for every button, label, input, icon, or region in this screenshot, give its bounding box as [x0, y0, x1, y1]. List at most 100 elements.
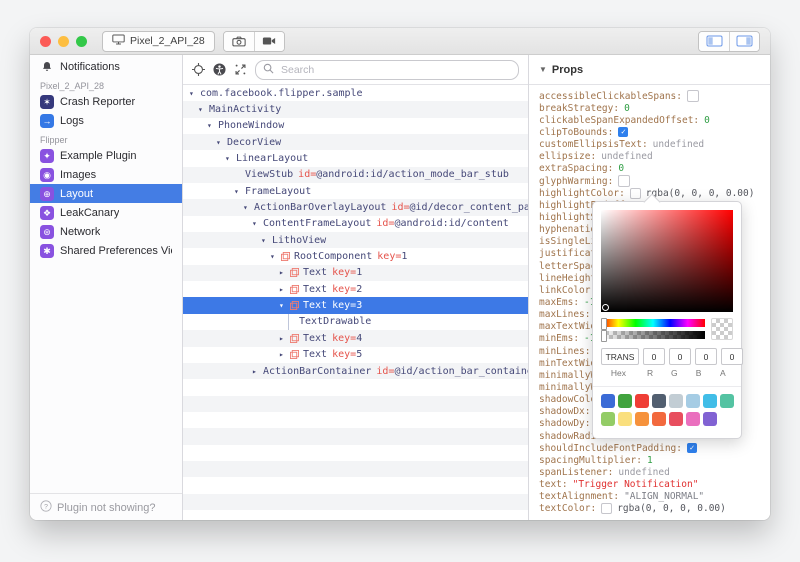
preset-color-swatch[interactable]: [669, 412, 683, 426]
tree-row[interactable]: [183, 395, 528, 412]
prop-checkbox[interactable]: [618, 175, 631, 188]
tree-row[interactable]: [183, 412, 528, 428]
preset-color-swatch[interactable]: [686, 412, 700, 426]
device-tab[interactable]: Pixel_2_API_28: [102, 30, 215, 52]
saturation-gradient-area[interactable]: [601, 210, 733, 312]
prop-color-swatch[interactable]: [629, 187, 641, 199]
preset-color-swatch[interactable]: [669, 394, 683, 408]
preset-color-swatch[interactable]: [635, 412, 649, 426]
chevron-icon[interactable]: ▾: [216, 138, 227, 147]
tree-row[interactable]: [183, 379, 528, 395]
blue-input[interactable]: [695, 348, 717, 365]
alpha-slider-thumb[interactable]: [601, 330, 607, 342]
chevron-icon[interactable]: ▾: [234, 187, 245, 196]
preset-color-swatch[interactable]: [703, 394, 717, 408]
target-mode-button[interactable]: [192, 63, 205, 76]
chevron-icon[interactable]: ▾: [279, 301, 290, 310]
tree-row[interactable]: [183, 510, 528, 520]
preset-color-swatch[interactable]: [652, 394, 666, 408]
chevron-icon[interactable]: ▾: [243, 203, 254, 212]
tree-row[interactable]: ▾ DecorView: [183, 134, 528, 151]
preset-color-swatch[interactable]: [618, 394, 632, 408]
tree-row[interactable]: ▾ ContentFrameLayout id= @android:id/conte…: [183, 216, 528, 232]
preset-color-swatch[interactable]: [635, 394, 649, 408]
tree-row[interactable]: ▸ Text key= 4: [183, 330, 528, 347]
sidebar-item-images[interactable]: ◉ Images: [30, 165, 182, 184]
preset-color-swatch[interactable]: [652, 412, 666, 426]
chevron-icon[interactable]: ▸: [279, 350, 290, 359]
preset-color-swatch[interactable]: [601, 412, 615, 426]
tree-row[interactable]: ▸ Text key= 5: [183, 347, 528, 363]
tree-row[interactable]: ▸ ActionBarContainer id= @id/action_bar_co…: [183, 362, 528, 380]
toggle-right-panel-button[interactable]: [729, 31, 759, 51]
chevron-icon[interactable]: ▸: [279, 334, 290, 343]
alpha-slider[interactable]: [601, 330, 705, 342]
alpha-input[interactable]: [721, 348, 743, 365]
chevron-icon[interactable]: ▾: [198, 105, 209, 114]
chevron-icon[interactable]: ▸: [279, 268, 290, 277]
screen-record-button[interactable]: [253, 31, 284, 51]
tree-row[interactable]: ▾ Text key= 3: [183, 297, 528, 314]
chevron-icon[interactable]: ▾: [270, 252, 281, 261]
tree-row[interactable]: ▾ ActionBarOverlayLayout id= @id/decor_con…: [183, 199, 528, 216]
tree-row[interactable]: [183, 445, 528, 461]
preset-color-swatch[interactable]: [686, 394, 700, 408]
prop-checkbox[interactable]: ✓: [618, 127, 629, 138]
hue-slider-thumb[interactable]: [601, 318, 607, 330]
tree-row[interactable]: [183, 428, 528, 445]
chevron-icon[interactable]: ▾: [261, 236, 272, 245]
search-input[interactable]: [279, 62, 511, 77]
tree-row[interactable]: ▾ LinearLayout: [183, 150, 528, 166]
toggle-left-panel-button[interactable]: [699, 31, 729, 51]
prop-checkbox[interactable]: ✓: [687, 443, 697, 454]
chevron-icon[interactable]: ▾: [189, 89, 200, 98]
prop-color-swatch[interactable]: [601, 503, 613, 515]
tree-row[interactable]: ▾ RootComponent key= 1: [183, 248, 528, 264]
tree-row[interactable]: ViewStub id= @android:id/action_mode_bar_s…: [183, 166, 528, 184]
saturation-cursor[interactable]: [602, 304, 609, 311]
sidebar-item-leakcanary[interactable]: ❖ LeakCanary: [30, 203, 182, 222]
tree-row[interactable]: ▾ FrameLayout: [183, 183, 528, 199]
prop-name: minLines:: [539, 345, 591, 357]
red-input[interactable]: [643, 348, 665, 365]
preset-color-swatch[interactable]: [720, 394, 734, 408]
sidebar-item-shared-preferences[interactable]: ✱ Shared Preferences Viewer: [30, 241, 182, 260]
chevron-icon[interactable]: ▸: [252, 367, 263, 376]
green-input[interactable]: [669, 348, 691, 365]
litho-component-icon: [290, 268, 299, 278]
zoom-window-button[interactable]: [76, 35, 87, 47]
preset-color-swatch[interactable]: [703, 412, 717, 426]
tree-row[interactable]: ▾ PhoneWindow: [183, 118, 528, 134]
sidebar-item-layout[interactable]: ⊕ Layout: [30, 184, 182, 203]
tree-row[interactable]: ▾ LithoView: [183, 232, 528, 249]
prop-checkbox[interactable]: [687, 90, 699, 103]
tree-row[interactable]: TextDrawable: [183, 313, 528, 331]
hex-input[interactable]: [601, 348, 639, 365]
expand-tree-button[interactable]: [234, 63, 247, 76]
sidebar-item-crash-reporter[interactable]: ✶ Crash Reporter: [30, 92, 182, 111]
tree-row[interactable]: ▸ Text key= 1: [183, 264, 528, 282]
preset-color-swatch[interactable]: [618, 412, 632, 426]
sidebar-item-notifications[interactable]: Notifications: [30, 57, 182, 76]
chevron-icon[interactable]: ▾: [225, 154, 236, 163]
sidebar-item-example-plugin[interactable]: ✦ Example Plugin: [30, 146, 182, 165]
close-window-button[interactable]: [40, 35, 51, 47]
props-header[interactable]: ▼ Props: [529, 55, 770, 85]
screenshot-button[interactable]: [223, 31, 254, 51]
tree-row[interactable]: ▾ com.facebook.flipper.sample: [183, 85, 528, 101]
tree-row[interactable]: [183, 477, 528, 493]
accessibility-mode-button[interactable]: [213, 63, 226, 76]
tree-row[interactable]: [183, 460, 528, 478]
tree-row[interactable]: ▾ MainActivity: [183, 101, 528, 118]
sidebar-item-logs[interactable]: → Logs: [30, 111, 182, 130]
minimize-window-button[interactable]: [58, 35, 69, 47]
tree-row[interactable]: [183, 493, 528, 510]
hue-slider[interactable]: [601, 318, 705, 330]
chevron-icon[interactable]: ▸: [279, 285, 290, 294]
chevron-icon[interactable]: ▾: [207, 121, 218, 130]
preset-color-swatch[interactable]: [601, 394, 615, 408]
chevron-icon[interactable]: ▾: [252, 219, 263, 228]
sidebar-item-network[interactable]: ⊛ Network: [30, 222, 182, 241]
tree-row[interactable]: ▸ Text key= 2: [183, 281, 528, 297]
plugin-not-showing-link[interactable]: ? Plugin not showing?: [30, 493, 182, 520]
